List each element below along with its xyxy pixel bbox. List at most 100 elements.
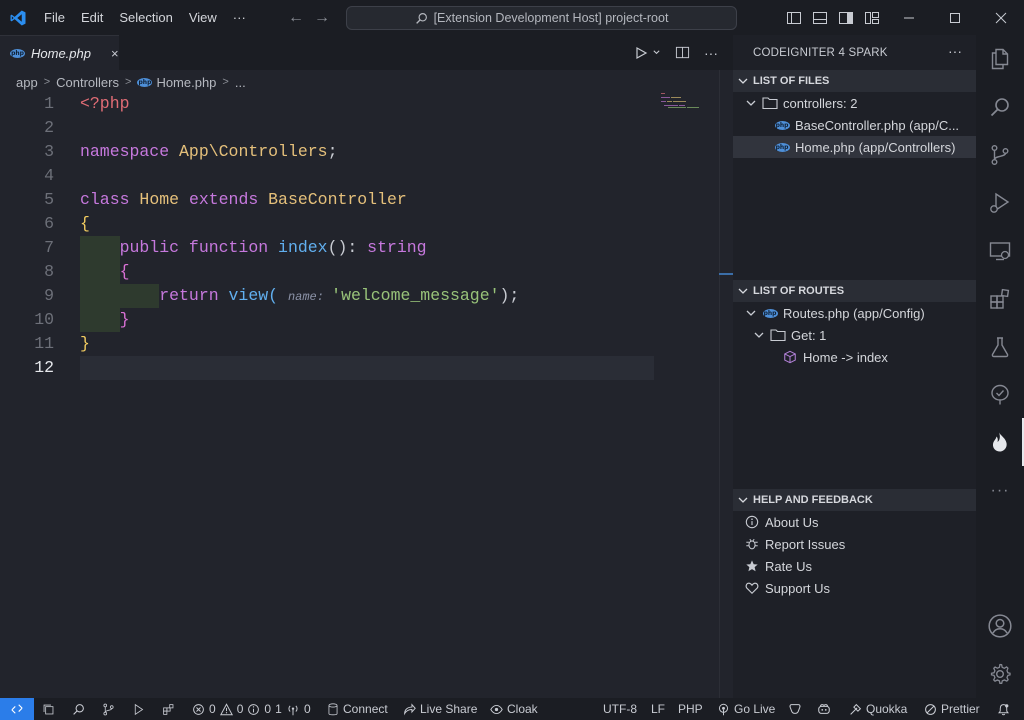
search-icon[interactable] [72,698,85,720]
menu-view[interactable]: View [181,0,225,35]
maximize-icon[interactable] [932,0,978,35]
command-center[interactable]: [Extension Development Host] project-roo… [346,6,737,30]
live-share-button[interactable]: Live Share [403,698,477,720]
code-line[interactable]: 10 } [0,308,720,332]
menu-selection[interactable]: Selection [111,0,180,35]
code-line[interactable]: 3 namespace App\Controllers; [0,140,720,164]
toggle-primary-sidebar-icon[interactable] [786,10,802,26]
section-list-of-files[interactable]: LIST OF FILES [733,70,976,92]
section-list-of-routes[interactable]: LIST OF ROUTES [733,280,976,302]
layout-controls [786,0,880,35]
tree-route-method[interactable]: Get: 1 [733,324,976,346]
check-tree-icon[interactable] [976,371,1024,419]
code-text: class Home extends BaseController [80,188,407,212]
code-line[interactable]: 6{ [0,212,720,236]
copilot-icon[interactable] [817,698,831,720]
run-icon[interactable] [634,46,661,60]
eol-indicator[interactable]: LF [651,698,665,720]
menu-file[interactable]: File [36,0,73,35]
toggle-panel-icon[interactable] [812,10,828,26]
search-icon[interactable] [976,83,1024,131]
remote-indicator-icon[interactable] [0,698,34,720]
code-line[interactable]: 8 { [0,260,720,284]
language-indicator[interactable]: PHP [678,698,703,720]
go-live-button[interactable]: Go Live [717,698,775,720]
code-line[interactable]: 5 class Home extends BaseController [0,188,720,212]
customize-layout-icon[interactable] [864,10,880,26]
code-line[interactable]: 9 return view( name: 'welcome_message'); [0,284,720,308]
code-line[interactable]: 11} [0,332,720,356]
accounts-icon[interactable] [976,602,1024,650]
vscode-logo-icon [0,0,36,35]
tree-route-item[interactable]: Home -> index [733,346,976,368]
breadcrumb-controllers[interactable]: Controllers [56,75,119,90]
settings-gear-icon[interactable] [976,650,1024,698]
problems-indicator[interactable]: 0 0 0 1 [192,698,282,720]
heart-icon [743,581,761,595]
code-line[interactable]: 2 [0,116,720,140]
breadcrumb-symbols[interactable]: ... [235,75,246,90]
tree-label: Report Issues [765,536,846,552]
help-report-issues[interactable]: Report Issues [733,533,976,555]
extensions-icon[interactable] [162,698,175,720]
toggle-secondary-sidebar-icon[interactable] [838,10,854,26]
tree-file-basecontroller[interactable]: php BaseController.php (app/C... [733,114,976,136]
prettier-button[interactable]: Prettier [924,698,980,720]
codeigniter-flame-icon[interactable] [976,418,1024,466]
section-help-and-feedback[interactable]: HELP AND FEEDBACK [733,489,976,511]
minimap[interactable] [660,92,706,112]
encoding-indicator[interactable]: UTF-8 [603,698,637,720]
remote-explorer-icon[interactable] [976,227,1024,275]
run-icon[interactable] [132,698,145,720]
code-line[interactable]: 1 <?php [0,92,720,116]
help-support-us[interactable]: Support Us [733,577,976,599]
arrow-back-icon[interactable]: ← [288,9,304,27]
tree-folder-controllers[interactable]: controllers: 2 [733,92,976,114]
copy-icon[interactable] [42,698,55,720]
source-control-icon[interactable] [976,131,1024,179]
close-icon[interactable] [978,0,1024,35]
error-count: 0 [209,702,216,716]
help-about-us[interactable]: About Us [733,511,976,533]
line-number: 5 [44,190,54,209]
minimize-icon[interactable] [886,0,932,35]
code-editor[interactable]: 1 <?php 2 3 namespace App\Controllers; 4 5 clas… [0,92,720,698]
code-line[interactable]: 7 public function index(): string [0,236,720,260]
code-line[interactable]: 12 [0,356,720,380]
code-text: <?php [80,92,130,116]
broadcast-indicator[interactable]: 0 [286,698,311,720]
line-number: 3 [44,142,54,161]
more-views-icon[interactable]: ··· [976,467,1024,515]
connect-button[interactable]: Connect [327,698,388,720]
breadcrumb-app[interactable]: app [16,75,38,90]
run-and-debug-icon[interactable] [976,179,1024,227]
activity-bar: ··· [976,35,1024,698]
breadcrumb-file[interactable]: Home.php [156,75,216,90]
folder-icon [769,328,787,342]
extensions-icon[interactable] [976,275,1024,323]
tab-home-php[interactable]: php Home.php × [0,35,119,70]
sidebar-more-icon[interactable]: ··· [948,43,962,59]
spark-sidebar: CODEIGNITER 4 SPARK ··· LIST OF FILES co… [733,35,976,698]
menu-edit[interactable]: Edit [73,0,111,35]
cloak-button[interactable]: Cloak [490,698,538,720]
tree-routes-file[interactable]: php Routes.php (app/Config) [733,302,976,324]
arrow-forward-icon[interactable]: → [314,9,330,27]
menu-more[interactable]: ··· [225,0,254,35]
help-rate-us[interactable]: Rate Us [733,555,976,577]
editor-more-icon[interactable]: ··· [704,45,718,61]
notifications-bell-icon[interactable] [997,698,1010,720]
prettier-label: Prettier [941,702,980,716]
split-editor-icon[interactable] [675,45,690,60]
code-token: index [278,238,328,257]
code-line[interactable]: 4 [0,164,720,188]
testing-icon[interactable] [976,323,1024,371]
explorer-icon[interactable] [976,35,1024,83]
chevron-down-icon [753,329,769,341]
quokka-button[interactable]: Quokka [849,698,907,720]
extension-status-icon[interactable] [788,698,802,720]
source-control-icon[interactable] [102,698,115,720]
tree-file-home[interactable]: php Home.php (app/Controllers) [733,136,976,158]
line-number: 10 [34,310,54,329]
tab-close-icon[interactable]: × [111,46,119,61]
